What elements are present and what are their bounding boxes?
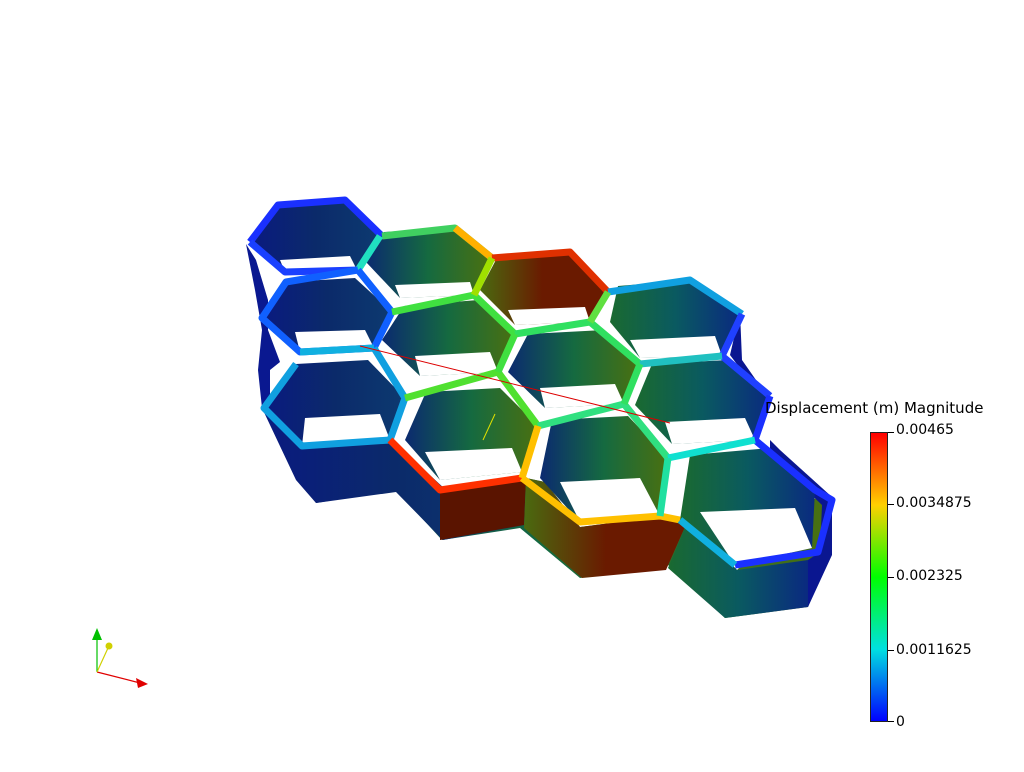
scalar-bar-tick-label: 0.002325 (896, 568, 963, 584)
scalar-bar-colorbar (870, 432, 888, 722)
scalar-bar-tick (888, 432, 894, 433)
scalar-bar-tick (888, 504, 894, 505)
scalar-bar-tick-label: 0.0034875 (896, 495, 972, 511)
scalar-bar-tick (888, 577, 894, 578)
render-viewport[interactable]: Displacement (m) Magnitude 0.00465 0.003… (0, 0, 1024, 768)
scalar-bar-title: Displacement (m) Magnitude (765, 399, 984, 417)
orientation-axes-widget (92, 628, 148, 688)
scalar-bar-tick-label: 0.00465 (896, 422, 954, 438)
scalar-bar-tick (888, 721, 894, 722)
scalar-bar-tick (888, 650, 894, 651)
scalar-bar-tick-label: 0.0011625 (896, 642, 972, 658)
scalar-bar-tick-label: 0 (896, 714, 905, 730)
